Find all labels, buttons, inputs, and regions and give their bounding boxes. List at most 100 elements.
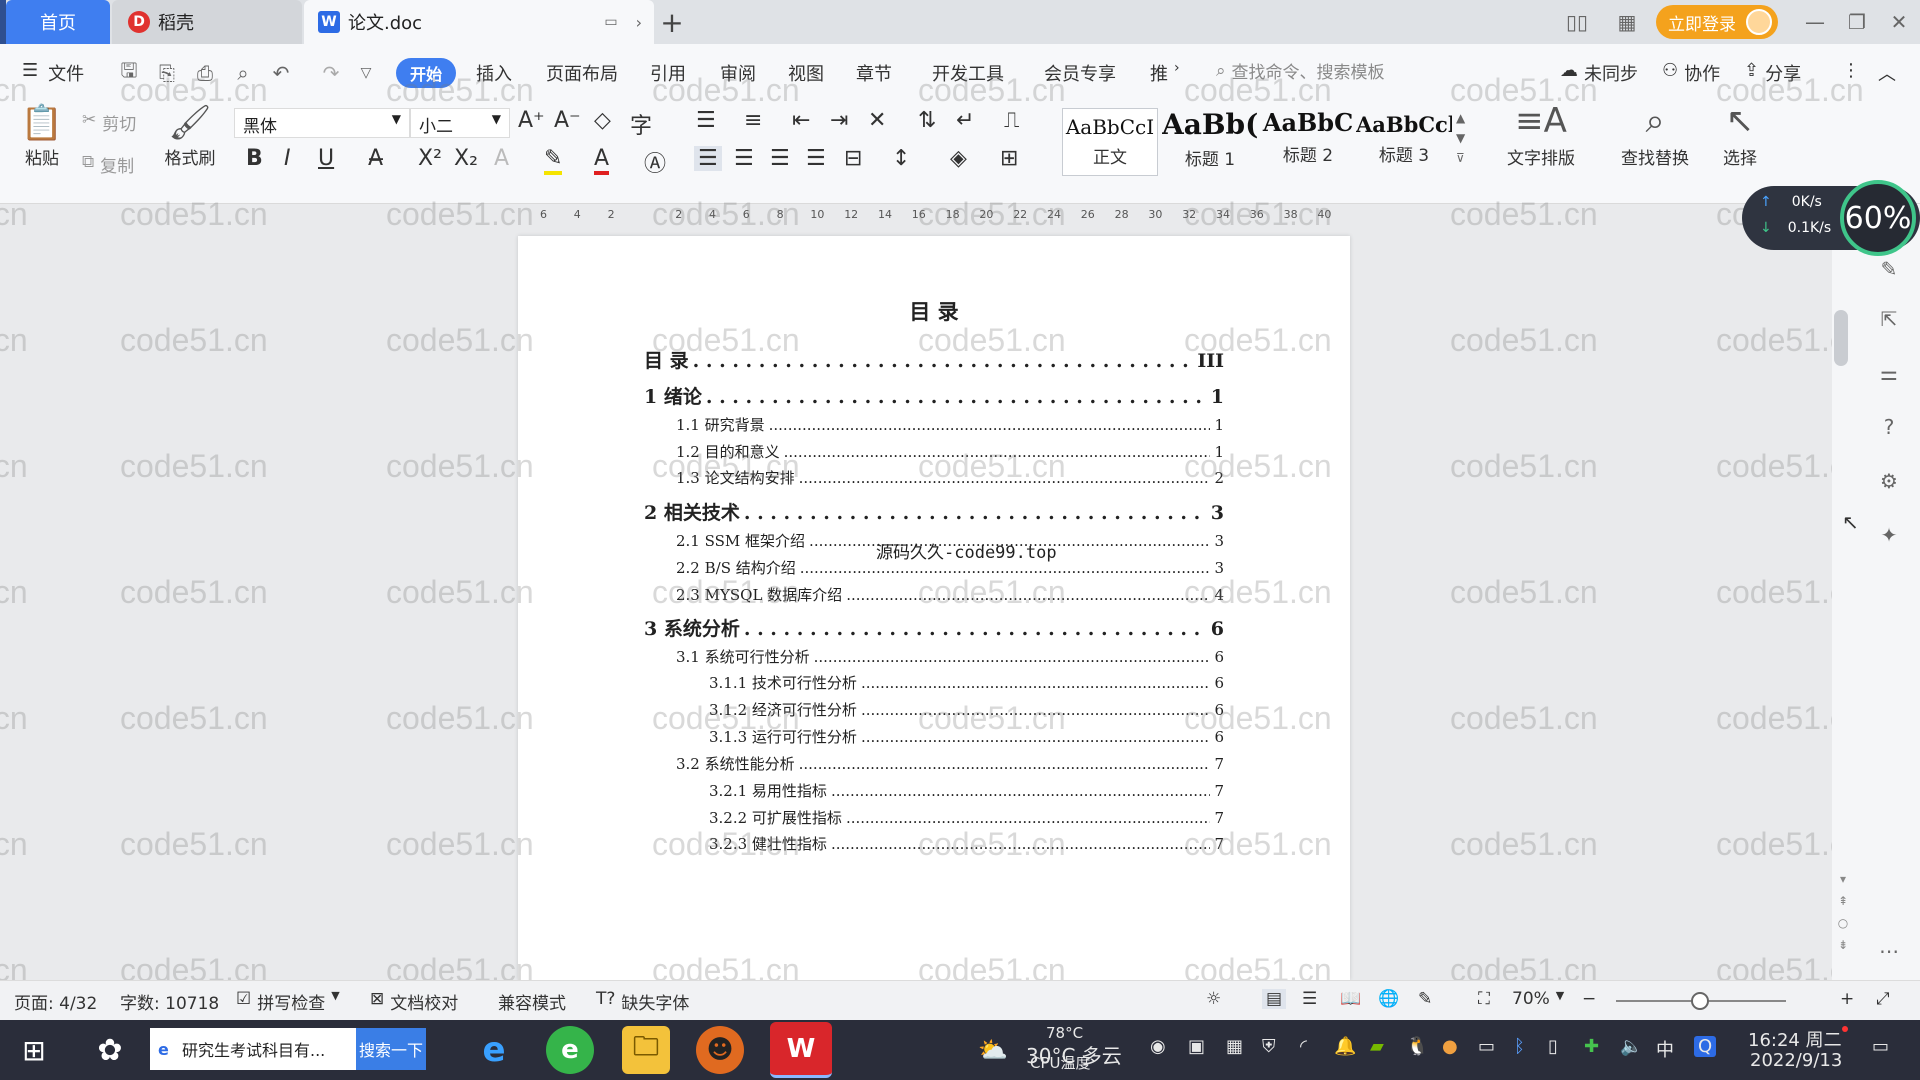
print-preview-icon[interactable]: ⌕ xyxy=(230,60,256,86)
media-app-icon[interactable]: ☻ xyxy=(696,1026,744,1074)
style-scroll-icon[interactable]: ▲ ▼ ⊽ xyxy=(1456,108,1465,168)
font-color-icon[interactable]: A xyxy=(594,146,610,175)
read-view-icon[interactable]: 📖 xyxy=(1340,989,1361,1009)
qq-icon[interactable]: 🐧 xyxy=(1406,1036,1428,1057)
word-count[interactable]: 字数: 10718 xyxy=(120,989,219,1014)
toc-entry[interactable]: 2.3 MYSQL 数据库介绍 4 xyxy=(676,584,1224,605)
tray-icon-2[interactable]: ▣ xyxy=(1188,1036,1205,1057)
toc-entry[interactable]: 3.2.2 可扩展性指标 7 xyxy=(709,807,1224,828)
toc-entry[interactable]: 3.1.1 技术可行性分析 6 xyxy=(709,672,1224,693)
strikethrough-icon[interactable]: A̶ xyxy=(368,146,383,171)
adjust-sliders-icon[interactable]: ⚌ xyxy=(1874,358,1904,388)
zoom-level[interactable]: 70% ▼ xyxy=(1512,989,1564,1009)
toc-entry[interactable]: 1.3 论文结构安排 2 xyxy=(676,467,1224,488)
file-menu[interactable]: ☰ 文件 xyxy=(22,60,84,86)
proofread-button[interactable]: ⊠ 文档校对 xyxy=(370,989,458,1014)
restore-icon[interactable]: ❐ xyxy=(1842,8,1872,36)
input-method-icon[interactable]: Q xyxy=(1694,1036,1717,1057)
battery-icon[interactable]: ▭ xyxy=(1478,1036,1495,1057)
menu-developer[interactable]: 开发工具 xyxy=(932,60,1004,86)
toc-entry[interactable]: 2 相关技术 3 xyxy=(644,498,1224,525)
missing-font-button[interactable]: T? 缺失字体 xyxy=(596,989,689,1014)
document-page[interactable]: 目 录 目 录 III 1 绪论 1 1.1 研究背景 1 1.2 目的和意义 1 1.3 论文… xyxy=(518,236,1350,980)
find-replace-button[interactable]: ⌕ 查找替换 xyxy=(1610,104,1700,169)
select-button[interactable]: ↖ 选择 xyxy=(1710,104,1770,169)
web-view-icon[interactable]: 🌐 xyxy=(1378,989,1399,1009)
vertical-scrollbar[interactable] xyxy=(1834,310,1848,366)
char-border-icon[interactable]: Ⓐ xyxy=(644,146,666,178)
collab-button[interactable]: ⚇ 协作 xyxy=(1662,60,1720,86)
volume-icon[interactable]: 🔈 xyxy=(1620,1036,1642,1057)
toc-entry[interactable]: 1.1 研究背景 1 xyxy=(676,414,1224,435)
menu-start[interactable]: 开始 xyxy=(396,58,456,88)
text-layout-button[interactable]: ≡A 文字排版 xyxy=(1496,104,1586,169)
tray-orange-icon[interactable]: ● xyxy=(1442,1036,1458,1057)
undo-icon[interactable]: ↶ xyxy=(268,60,294,86)
menu-page-layout[interactable]: 页面布局 xyxy=(546,60,618,86)
toc-entry[interactable]: 3.2 系统性能分析 7 xyxy=(676,753,1224,774)
style-heading2[interactable]: AaBbC 标题 2 xyxy=(1260,108,1356,176)
zoom-in-icon[interactable]: + xyxy=(1840,989,1854,1009)
superscript-icon[interactable]: X² xyxy=(418,146,442,171)
nvidia-icon[interactable]: ▰ xyxy=(1370,1036,1384,1057)
sync-button[interactable]: ☁ 未同步 xyxy=(1560,60,1638,86)
subscript-icon[interactable]: X₂ xyxy=(454,146,478,171)
bluetooth-icon[interactable]: ᛒ xyxy=(1514,1036,1525,1057)
toc-entry[interactable]: 1 绪论 1 xyxy=(644,382,1224,409)
italic-icon[interactable]: I xyxy=(284,146,291,171)
wifi-icon[interactable]: ◜ xyxy=(1300,1036,1307,1057)
paste-button[interactable]: 📋 粘贴 xyxy=(14,106,70,169)
pinwheel-icon[interactable]: ✿ xyxy=(90,1030,130,1070)
zoom-out-icon[interactable]: − xyxy=(1582,989,1596,1009)
layout-icon[interactable]: ▯▯ xyxy=(1558,8,1596,36)
eye-protect-icon[interactable]: ☼ xyxy=(1206,989,1221,1009)
ime-indicator[interactable]: 中 xyxy=(1656,1036,1674,1062)
chinese-layout-icon[interactable]: ✕ xyxy=(868,108,886,133)
menu-review[interactable]: 审阅 xyxy=(720,60,756,86)
menu-insert[interactable]: 插入 xyxy=(476,60,512,86)
action-center-icon[interactable]: ▭ xyxy=(1872,1036,1889,1057)
scroll-down-arrows-icon[interactable]: ▾ ⇞ ○ ⇟ xyxy=(1836,868,1850,956)
fit-page-icon[interactable]: ⛶ xyxy=(1478,989,1490,1009)
menu-view[interactable]: 视图 xyxy=(788,60,824,86)
network-speed-widget[interactable]: ↑ 0K/s ↓ 0.1K/s 60% xyxy=(1742,180,1920,256)
print-icon[interactable]: ⎙ xyxy=(192,60,218,86)
shrink-font-icon[interactable]: A⁻ xyxy=(554,108,581,133)
toc-entry[interactable]: 目 录 III xyxy=(644,346,1224,373)
toc-entry[interactable]: 3.1.2 经济可行性分析 6 xyxy=(709,699,1224,720)
toc-entry[interactable]: 3 系统分析 6 xyxy=(644,614,1224,641)
save-icon[interactable]: 🖫 xyxy=(116,58,142,86)
taskbar-search-button[interactable]: 搜索一下 xyxy=(356,1028,426,1070)
pointer-tool-icon[interactable]: ⇱ xyxy=(1874,304,1904,334)
page-indicator[interactable]: 页面: 4/32 xyxy=(14,989,97,1014)
align-right-icon[interactable]: ☰ xyxy=(770,146,790,171)
style-heading3[interactable]: AaBbCcl 标题 3 xyxy=(1356,108,1452,176)
grow-font-icon[interactable]: A⁺ xyxy=(518,108,545,133)
shading-icon[interactable]: ◈ xyxy=(950,146,967,171)
underline-icon[interactable]: U xyxy=(318,146,334,171)
collapse-ribbon-icon[interactable]: ︿ xyxy=(1878,60,1896,86)
menu-more[interactable]: 推 › xyxy=(1150,60,1180,86)
line-spacing-icon[interactable]: ↕ xyxy=(892,146,910,171)
borders-icon[interactable]: ⊞ xyxy=(1000,146,1018,171)
monitor-icon[interactable]: ▭ xyxy=(604,14,617,30)
spell-check-button[interactable]: ☑ 拼写检查 ▼ xyxy=(236,989,340,1014)
phonetic-icon[interactable]: 字 xyxy=(630,108,652,140)
copy-button[interactable]: ⧉ 复制 xyxy=(82,152,134,177)
highlight-icon[interactable]: ✎ xyxy=(544,146,563,175)
bullet-list-icon[interactable]: ☰ xyxy=(696,108,716,133)
align-left-icon[interactable]: ☰ xyxy=(694,146,722,171)
menu-member[interactable]: 会员专享 xyxy=(1044,60,1116,86)
toc-entry[interactable]: 3.2.3 健壮性指标 7 xyxy=(709,833,1224,854)
ie-browser-icon[interactable]: e xyxy=(470,1026,518,1074)
align-center-icon[interactable]: ☰ xyxy=(734,146,754,171)
login-button[interactable]: 立即登录 xyxy=(1656,5,1778,39)
increase-indent-icon[interactable]: ⇥ xyxy=(830,108,848,133)
style-heading1[interactable]: AaBb(标题 1 xyxy=(1162,108,1258,176)
more-options-icon[interactable]: ⋮ xyxy=(1842,60,1860,81)
zoom-slider[interactable] xyxy=(1616,992,1786,1010)
style-normal[interactable]: AaBbCcI 正文 xyxy=(1062,108,1158,176)
distributed-icon[interactable]: ⊟ xyxy=(844,146,862,171)
clock-date[interactable]: 2022/9/13 xyxy=(1750,1050,1842,1071)
tab-document[interactable]: W 论文.doc ▭ › xyxy=(304,0,654,44)
